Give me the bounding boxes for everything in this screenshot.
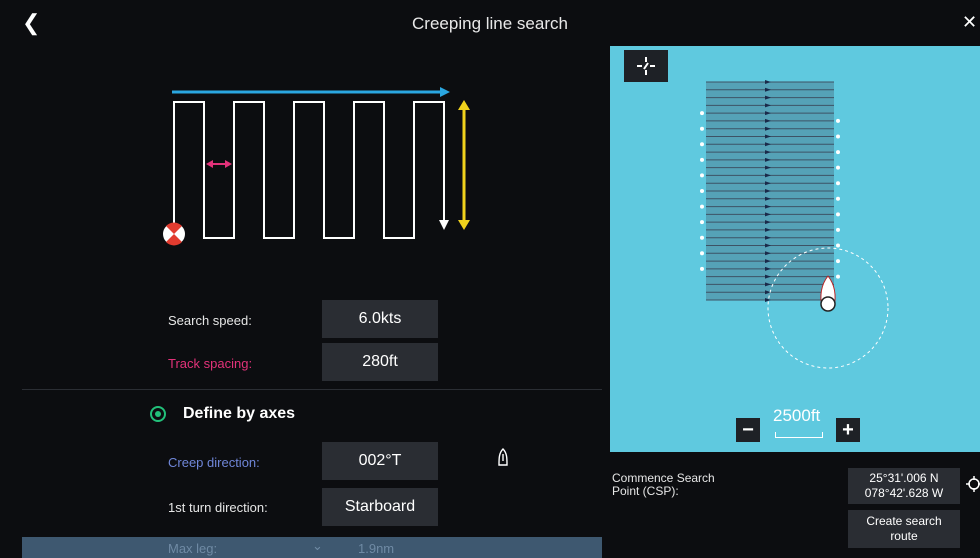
gps-target-icon[interactable] [966,476,980,492]
zoom-out-button[interactable]: − [736,418,760,442]
route-waypoint [700,235,704,240]
title-bar: ❮ Creeping line search ✕ [0,0,980,50]
search-speed-field[interactable]: 6.0kts [322,300,438,338]
search-pattern-diagram [163,87,470,246]
csp-latitude: 25°31'.006 N [869,471,939,485]
csp-coordinates-field[interactable]: 25°31'.006 N 078°42'.628 W [848,468,960,504]
partial-row-label: Max leg: [168,541,218,556]
settings-pane: Search speed: 6.0kts Track spacing: 280f… [0,50,610,558]
route-waypoint [836,150,840,155]
route-waypoint [700,157,704,162]
creep-direction-label: Creep direction: [168,455,260,470]
creep-direction-field[interactable]: 002°T [322,442,438,480]
route-waypoint [700,266,704,271]
first-turn-direction-label: 1st turn direction: [168,500,268,515]
route-waypoint [700,204,704,209]
route-waypoint [836,274,840,279]
partial-row-value: 1.9nm [358,541,395,556]
route-waypoint [836,165,840,170]
close-icon[interactable]: ✕ [962,12,977,33]
route-waypoint [700,111,704,116]
route-waypoint [836,181,840,186]
route-waypoint [700,173,704,178]
chevron-down-icon: ⌄ [312,538,323,553]
scroll-partial-row: Max leg: ⌄ 1.9nm [22,537,602,558]
map-scale: 2500ft [773,406,821,425]
create-search-route-button[interactable]: Create search route [848,510,960,548]
route-waypoint [700,189,704,193]
zoom-in-button[interactable]: + [836,418,860,442]
route-waypoint [836,259,840,264]
first-turn-direction-field[interactable]: Starboard [322,488,438,526]
csp-label-line2: Point (CSP): [612,484,679,498]
create-route-line2: route [890,529,918,543]
page-title: Creeping line search [412,14,568,33]
route-waypoint [836,243,840,248]
search-route-overlay [700,80,889,369]
search-speed-label: Search speed: [168,313,252,328]
route-waypoint [836,227,840,232]
csp-marker [820,296,836,312]
route-waypoint [700,142,704,147]
define-by-axes-label: Define by axes [183,405,296,422]
route-waypoint [700,220,704,225]
route-waypoint [836,134,840,139]
track-spacing-field[interactable]: 280ft [322,343,438,381]
create-route-line1: Create search [866,514,942,528]
route-waypoint [700,251,704,256]
route-waypoint [836,196,840,201]
scale-bar [775,432,823,438]
route-waypoint [700,126,704,131]
route-waypoint [836,118,840,123]
chart-map[interactable]: − 2500ft + [610,46,980,452]
route-waypoint [836,212,840,217]
vessel-heading-icon [498,448,508,466]
divider [22,389,602,390]
define-by-axes-radio[interactable] [150,406,166,422]
track-spacing-label: Track spacing: [168,356,253,371]
csp-label: Commence Search Point (CSP): [612,472,715,498]
csp-longitude: 078°42'.628 W [864,486,944,500]
